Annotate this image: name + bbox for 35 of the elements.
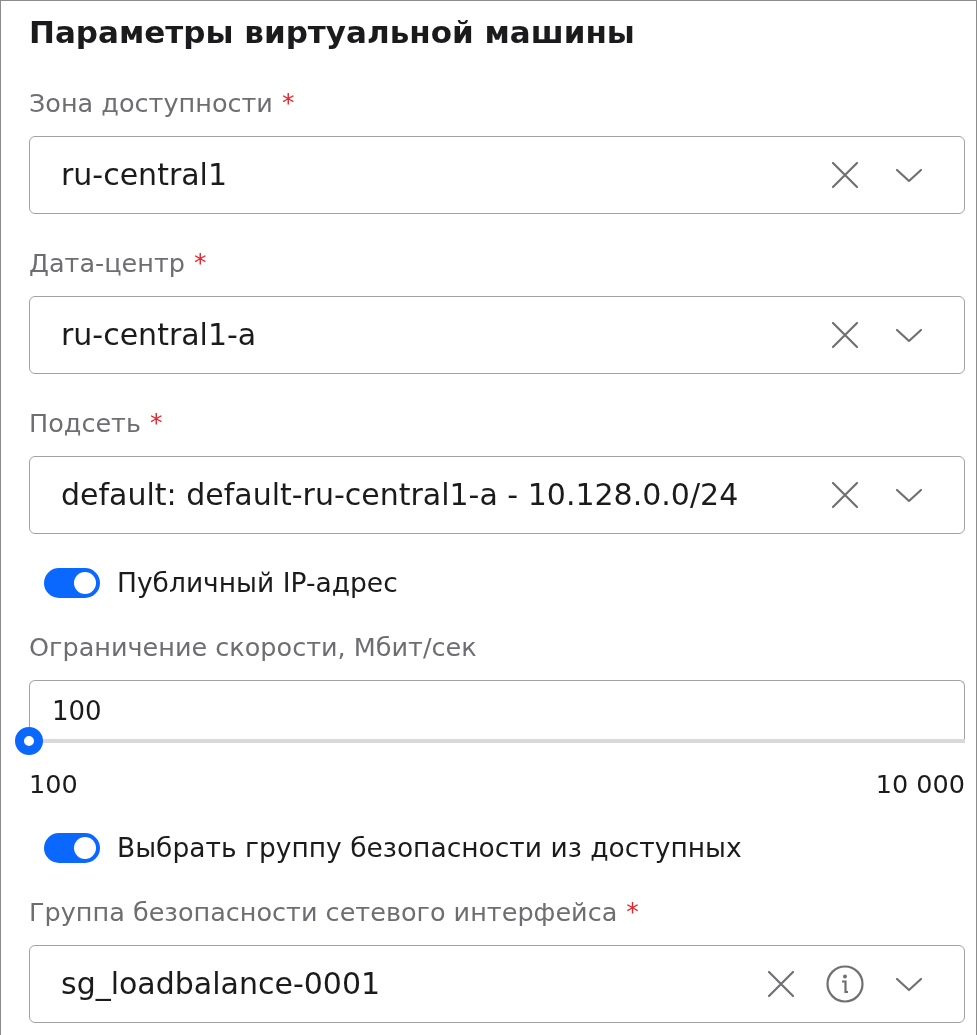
field-label: Группа безопасности сетевого интерфейса: [29, 897, 618, 927]
input-value: 100: [52, 695, 102, 727]
select-field[interactable]: default: default-ru-central1-a - 10.128.0.0/24: [29, 456, 965, 534]
field-label: Ограничение скорости, Мбит/сек: [29, 632, 477, 662]
select-field[interactable]: ru-central1-a: [29, 296, 965, 374]
select-value: default: default-ru-central1-a - 10.128.0.0/24: [61, 477, 740, 513]
info-icon[interactable]: [826, 965, 864, 1003]
clear-icon[interactable]: [767, 970, 795, 998]
required-asterisk: *: [150, 408, 163, 438]
field-label: Дата-центр: [29, 248, 185, 278]
select-value: sg_loadbalance-0001: [61, 966, 382, 1002]
chevron-down-icon[interactable]: [895, 976, 923, 992]
chevron-down-icon[interactable]: [895, 487, 923, 503]
select-field[interactable]: ru-central1: [29, 136, 965, 214]
scale-min-label: 100: [29, 769, 78, 799]
clear-icon[interactable]: [831, 161, 859, 189]
clear-icon[interactable]: [831, 321, 859, 349]
slider-thumb[interactable]: [15, 727, 43, 755]
select-value: ru-central1-a: [61, 317, 258, 353]
toggle-switch[interactable]: [44, 833, 100, 863]
chevron-down-icon[interactable]: [895, 167, 923, 183]
clear-icon[interactable]: [831, 481, 859, 509]
field-label: Подсеть: [29, 408, 141, 438]
select-field[interactable]: sg_loadbalance-0001: [29, 945, 965, 1023]
form-title: Параметры виртуальной машины: [29, 13, 636, 52]
required-asterisk: *: [626, 897, 639, 927]
field-label: Зона доступности: [29, 88, 273, 118]
required-asterisk: *: [194, 248, 207, 278]
required-asterisk: *: [281, 88, 295, 118]
toggle-switch[interactable]: [44, 568, 100, 598]
select-value: ru-central1: [61, 157, 229, 193]
scale-max-label: 10 000: [875, 769, 965, 799]
toggle-label: Публичный IP-адрес: [117, 567, 398, 599]
chevron-down-icon[interactable]: [895, 327, 923, 343]
toggle-label: Выбрать группу безопасности из доступных: [117, 832, 742, 864]
